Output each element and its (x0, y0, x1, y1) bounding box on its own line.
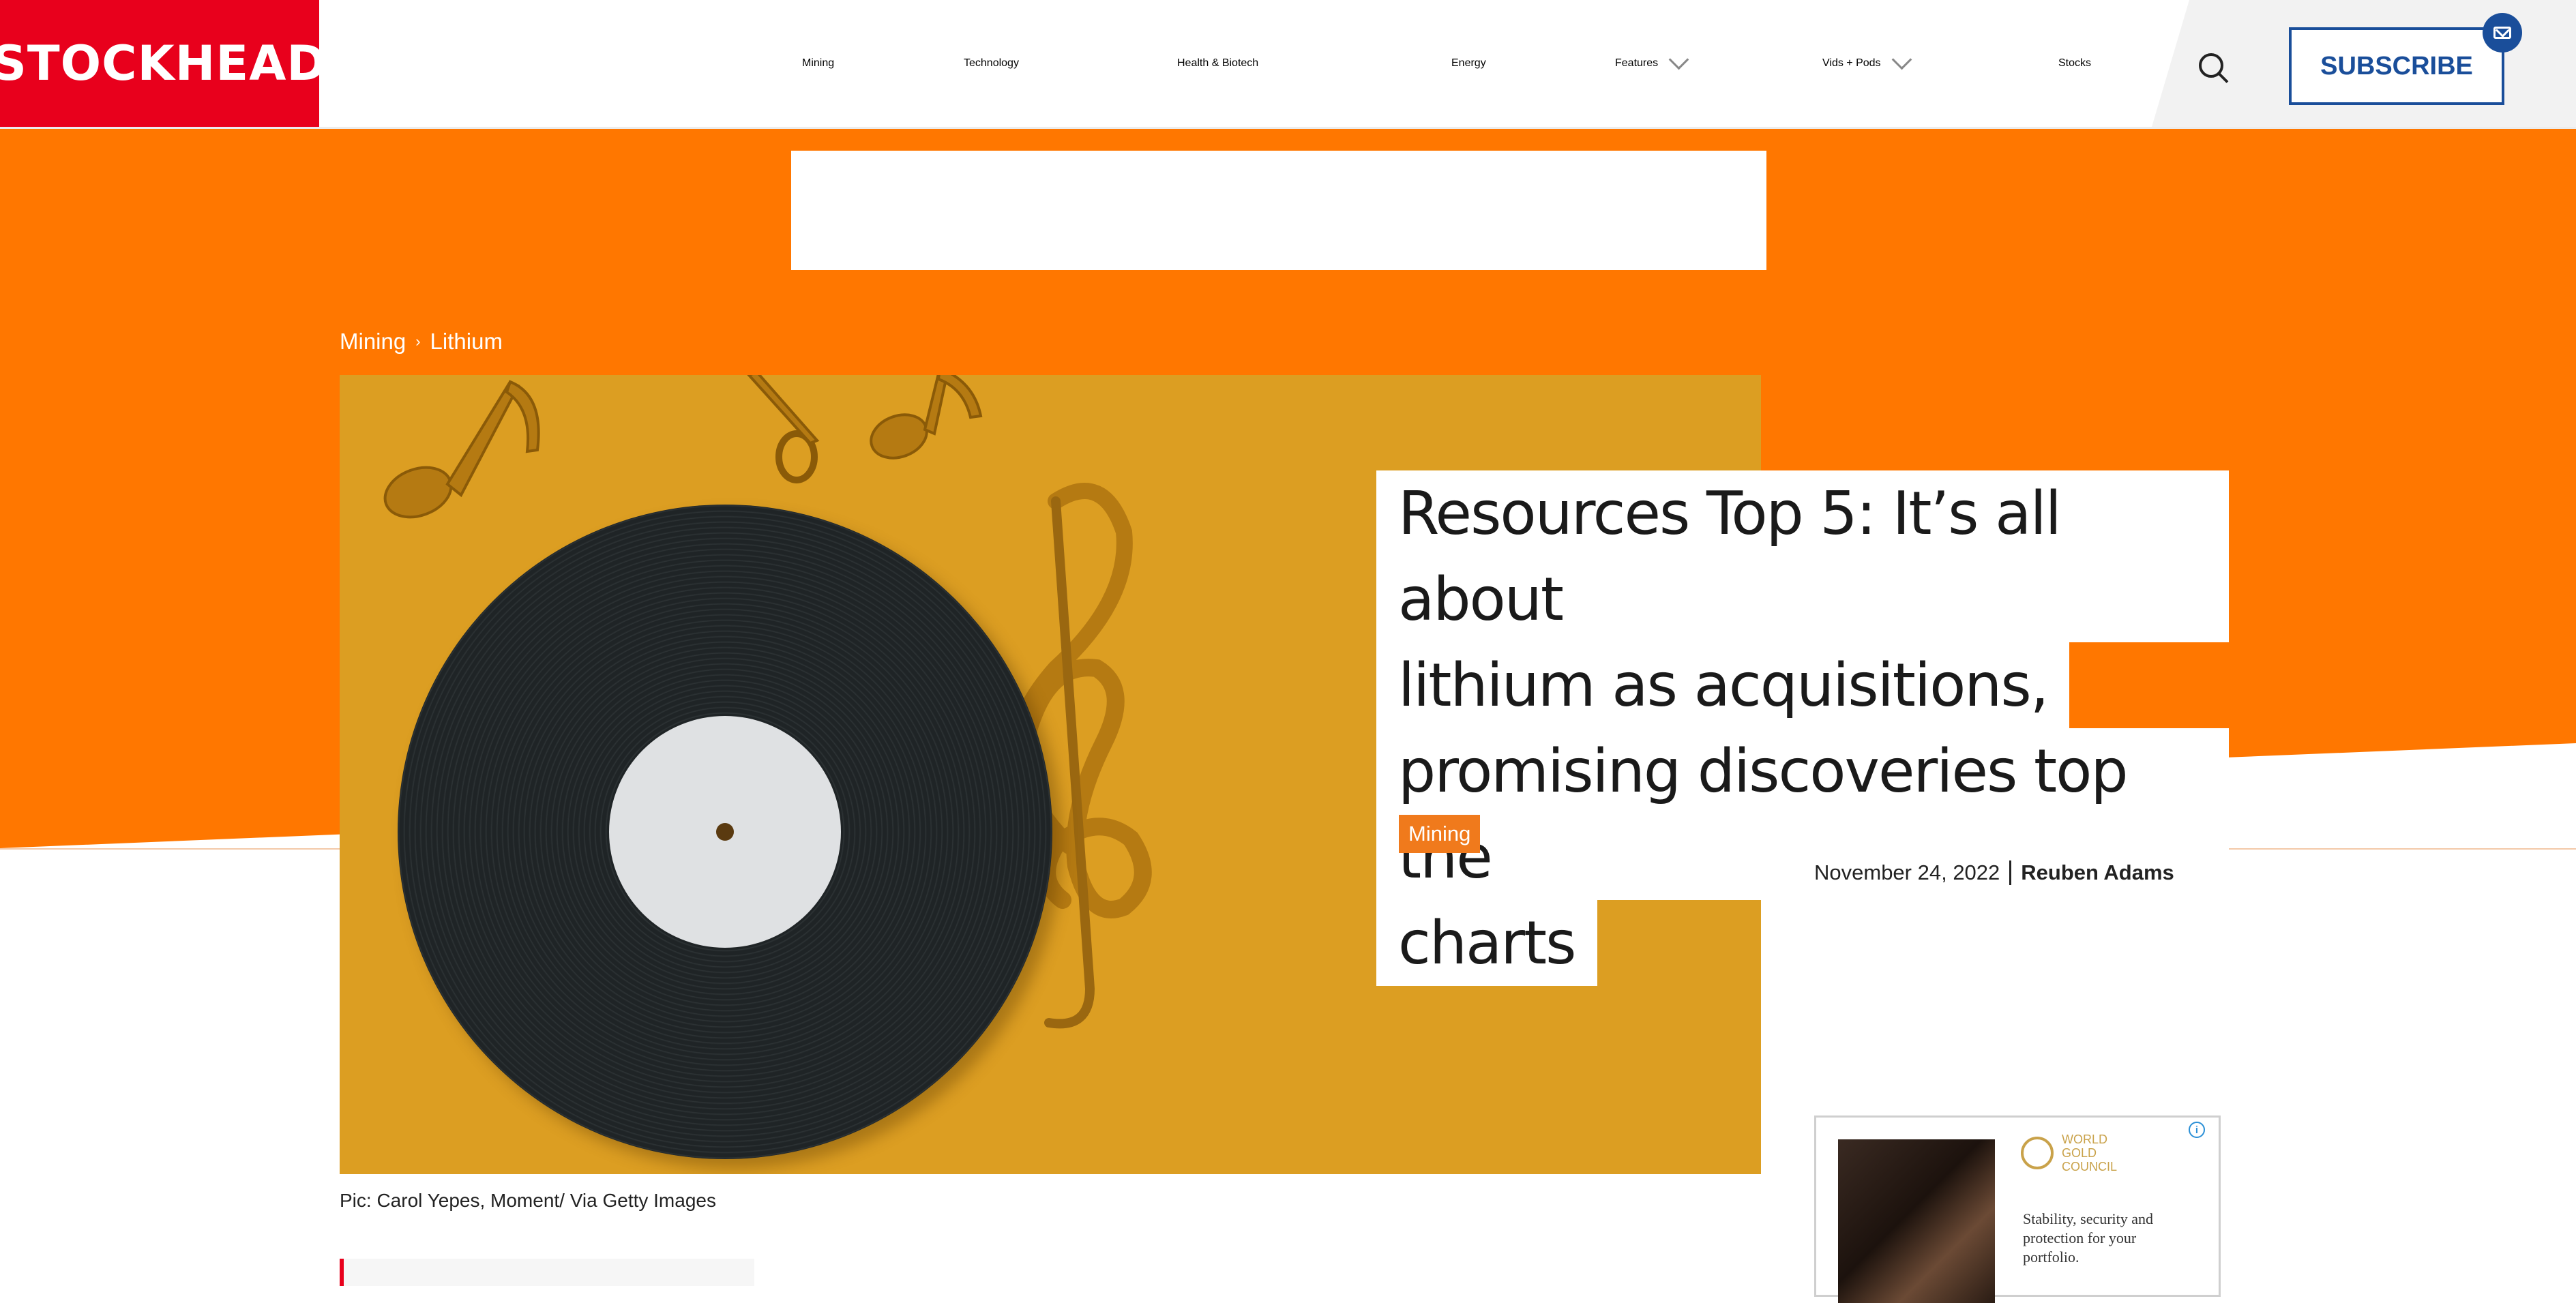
top-ad-slot (791, 151, 1766, 270)
article-summary-box (340, 1259, 754, 1286)
nav-item-label: Energy (1451, 57, 1486, 69)
newsletter-mail-icon[interactable] (2483, 13, 2522, 53)
nav-item-label: Health & Biotech (1177, 57, 1259, 69)
breadcrumb-item-mining[interactable]: Mining (340, 329, 406, 355)
ad-copy: Stability, security and protection for y… (2023, 1210, 2154, 1265)
breadcrumb: Mining › Lithium (340, 329, 503, 355)
nav-item-mining[interactable]: Mining (802, 0, 834, 127)
nav-item-label: Mining (802, 57, 835, 69)
nav-item-label: Stocks (2058, 57, 2092, 69)
sidebar-ad[interactable]: WORLD GOLD COUNCIL Stability, security a… (1814, 1115, 2221, 1303)
ad-brand-logo: WORLD GOLD COUNCIL (2021, 1133, 2117, 1173)
nav-item-label: Features (1615, 57, 1659, 69)
ad-info-icon[interactable]: i (2189, 1122, 2205, 1138)
logo-text: STOCKHEAD (0, 35, 327, 91)
vinyl-record (398, 505, 1052, 1159)
title-line: charts (1376, 900, 1597, 986)
nav-item-features[interactable]: Features (1615, 0, 1689, 127)
category-tag[interactable]: Mining (1399, 815, 1481, 853)
publish-date: November 24, 2022 (1814, 860, 2000, 884)
breadcrumb-separator-icon: › (415, 333, 421, 350)
author-link[interactable]: Reuben Adams (2021, 860, 2174, 885)
nav-item-stocks[interactable]: Stocks (2058, 0, 2091, 127)
image-caption: Pic: Carol Yepes, Moment/ Via Getty Imag… (340, 1190, 716, 1211)
subscribe-label: SUBSCRIBE (2320, 51, 2473, 80)
ad-brand-line: COUNCIL (2062, 1160, 2118, 1173)
chevron-down-icon (1668, 49, 1689, 70)
nav-item-label: Technology (964, 57, 1019, 69)
nav-item-health-biotech[interactable]: Health & Biotech (1177, 0, 1258, 127)
title-line: lithium as acquisitions, (1376, 642, 2070, 728)
article-title: Resources Top 5: It’s all about lithium … (1376, 470, 2229, 986)
search-icon[interactable] (2199, 53, 2223, 78)
nav-item-label: Vids + Pods (1822, 57, 1881, 69)
record-spindle-hole (716, 823, 734, 841)
nav-item-technology[interactable]: Technology (964, 0, 1019, 127)
chevron-down-icon (1891, 49, 1912, 70)
site-header: STOCKHEAD Mining Technology Health & Bio… (0, 0, 2576, 129)
meta-divider (2009, 860, 2012, 885)
ad-brand-line: WORLD (2062, 1133, 2107, 1146)
subscribe-button[interactable]: SUBSCRIBE (2289, 27, 2504, 105)
title-line: Resources Top 5: It’s all about (1376, 470, 2229, 642)
ad-brand-line: GOLD (2062, 1146, 2097, 1160)
ad-portrait-image (1838, 1139, 1995, 1303)
nav-item-vids-pods[interactable]: Vids + Pods (1822, 0, 1912, 127)
nav-item-energy[interactable]: Energy (1451, 0, 1486, 127)
world-gold-council-icon (2021, 1137, 2054, 1169)
breadcrumb-item-lithium[interactable]: Lithium (430, 329, 503, 355)
site-logo[interactable]: STOCKHEAD (0, 0, 326, 127)
article-meta: November 24, 2022 Reuben Adams (1814, 860, 2174, 885)
